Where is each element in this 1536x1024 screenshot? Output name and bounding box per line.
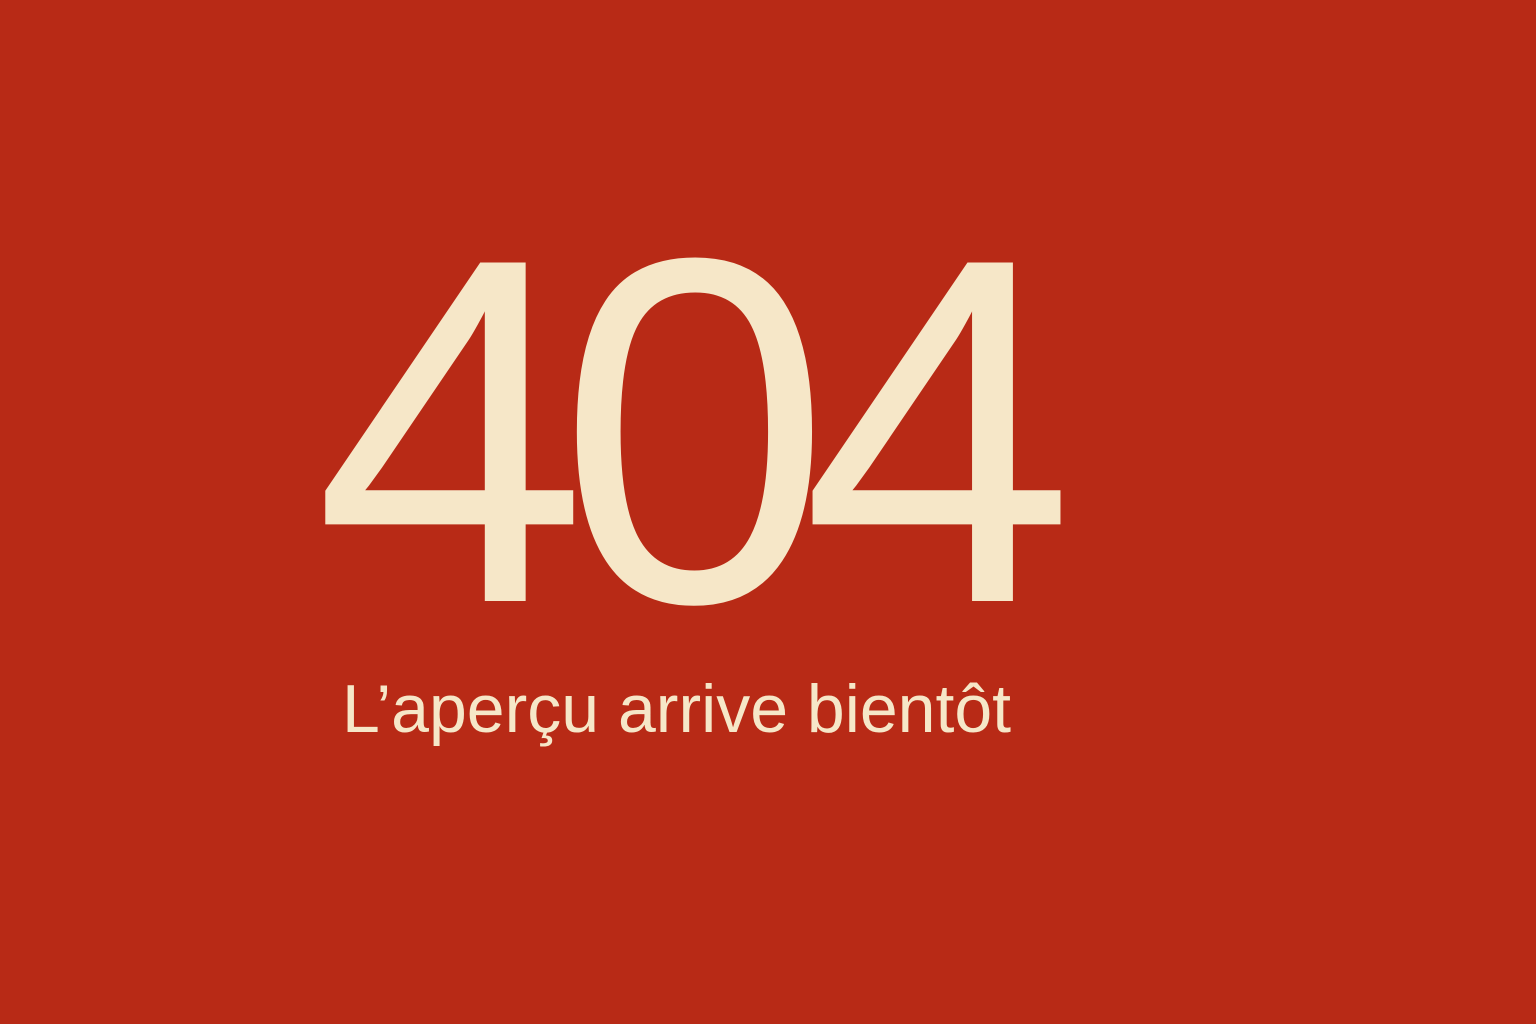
error-code: 404 — [314, 157, 1075, 706]
error-page: 404 L’aperçu arrive bientôt — [0, 0, 1536, 1024]
error-content: 404 L’aperçu arrive bientôt — [0, 0, 1536, 1024]
preview-coming-soon-message: L’aperçu arrive bientôt — [342, 671, 1012, 747]
